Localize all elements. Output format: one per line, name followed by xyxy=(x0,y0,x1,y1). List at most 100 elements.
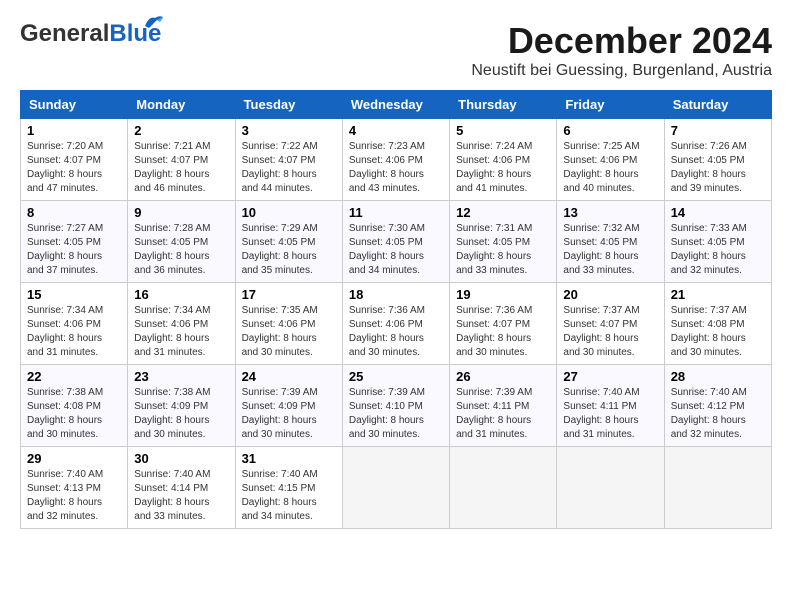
day-cell: 8 Sunrise: 7:27 AMSunset: 4:05 PMDayligh… xyxy=(21,201,128,283)
day-cell: 20 Sunrise: 7:37 AMSunset: 4:07 PMDaylig… xyxy=(557,283,664,365)
column-header-sunday: Sunday xyxy=(21,91,128,119)
day-cell: 23 Sunrise: 7:38 AMSunset: 4:09 PMDaylig… xyxy=(128,365,235,447)
day-cell: 16 Sunrise: 7:34 AMSunset: 4:06 PMDaylig… xyxy=(128,283,235,365)
day-info: Sunrise: 7:32 AMSunset: 4:05 PMDaylight:… xyxy=(563,223,639,276)
day-info: Sunrise: 7:22 AMSunset: 4:07 PMDaylight:… xyxy=(242,141,318,194)
day-cell: 14 Sunrise: 7:33 AMSunset: 4:05 PMDaylig… xyxy=(664,201,771,283)
day-number: 7 xyxy=(671,123,765,138)
day-info: Sunrise: 7:37 AMSunset: 4:07 PMDaylight:… xyxy=(563,305,639,358)
column-header-tuesday: Tuesday xyxy=(235,91,342,119)
day-number: 24 xyxy=(242,369,336,384)
column-header-friday: Friday xyxy=(557,91,664,119)
day-info: Sunrise: 7:24 AMSunset: 4:06 PMDaylight:… xyxy=(456,141,532,194)
column-header-thursday: Thursday xyxy=(450,91,557,119)
week-row-4: 22 Sunrise: 7:38 AMSunset: 4:08 PMDaylig… xyxy=(21,365,772,447)
day-number: 23 xyxy=(134,369,228,384)
week-row-1: 1 Sunrise: 7:20 AMSunset: 4:07 PMDayligh… xyxy=(21,119,772,201)
day-info: Sunrise: 7:20 AMSunset: 4:07 PMDaylight:… xyxy=(27,141,103,194)
day-cell xyxy=(450,447,557,529)
column-header-saturday: Saturday xyxy=(664,91,771,119)
calendar-table: SundayMondayTuesdayWednesdayThursdayFrid… xyxy=(20,90,772,529)
day-number: 5 xyxy=(456,123,550,138)
day-cell: 27 Sunrise: 7:40 AMSunset: 4:11 PMDaylig… xyxy=(557,365,664,447)
day-cell: 28 Sunrise: 7:40 AMSunset: 4:12 PMDaylig… xyxy=(664,365,771,447)
logo: GeneralBlue xyxy=(20,20,161,48)
location-title: Neustift bei Guessing, Burgenland, Austr… xyxy=(471,62,772,80)
day-cell: 6 Sunrise: 7:25 AMSunset: 4:06 PMDayligh… xyxy=(557,119,664,201)
day-info: Sunrise: 7:31 AMSunset: 4:05 PMDaylight:… xyxy=(456,223,532,276)
day-number: 14 xyxy=(671,205,765,220)
title-section: December 2024 Neustift bei Guessing, Bur… xyxy=(471,20,772,80)
day-cell: 2 Sunrise: 7:21 AMSunset: 4:07 PMDayligh… xyxy=(128,119,235,201)
day-number: 12 xyxy=(456,205,550,220)
day-cell xyxy=(557,447,664,529)
day-info: Sunrise: 7:40 AMSunset: 4:15 PMDaylight:… xyxy=(242,469,318,522)
day-number: 16 xyxy=(134,287,228,302)
day-info: Sunrise: 7:25 AMSunset: 4:06 PMDaylight:… xyxy=(563,141,639,194)
logo-bird-icon xyxy=(143,12,165,30)
day-number: 28 xyxy=(671,369,765,384)
day-cell: 30 Sunrise: 7:40 AMSunset: 4:14 PMDaylig… xyxy=(128,447,235,529)
day-info: Sunrise: 7:29 AMSunset: 4:05 PMDaylight:… xyxy=(242,223,318,276)
day-info: Sunrise: 7:38 AMSunset: 4:09 PMDaylight:… xyxy=(134,387,210,440)
day-cell xyxy=(342,447,449,529)
column-header-monday: Monday xyxy=(128,91,235,119)
day-cell: 11 Sunrise: 7:30 AMSunset: 4:05 PMDaylig… xyxy=(342,201,449,283)
day-cell: 3 Sunrise: 7:22 AMSunset: 4:07 PMDayligh… xyxy=(235,119,342,201)
day-number: 29 xyxy=(27,451,121,466)
day-info: Sunrise: 7:37 AMSunset: 4:08 PMDaylight:… xyxy=(671,305,747,358)
column-header-wednesday: Wednesday xyxy=(342,91,449,119)
calendar-body: 1 Sunrise: 7:20 AMSunset: 4:07 PMDayligh… xyxy=(21,119,772,529)
day-number: 10 xyxy=(242,205,336,220)
day-cell xyxy=(664,447,771,529)
day-number: 11 xyxy=(349,205,443,220)
day-cell: 12 Sunrise: 7:31 AMSunset: 4:05 PMDaylig… xyxy=(450,201,557,283)
day-number: 18 xyxy=(349,287,443,302)
day-number: 31 xyxy=(242,451,336,466)
day-cell: 29 Sunrise: 7:40 AMSunset: 4:13 PMDaylig… xyxy=(21,447,128,529)
day-cell: 19 Sunrise: 7:36 AMSunset: 4:07 PMDaylig… xyxy=(450,283,557,365)
day-number: 4 xyxy=(349,123,443,138)
logo-general: General xyxy=(20,20,109,47)
day-info: Sunrise: 7:30 AMSunset: 4:05 PMDaylight:… xyxy=(349,223,425,276)
day-cell: 10 Sunrise: 7:29 AMSunset: 4:05 PMDaylig… xyxy=(235,201,342,283)
day-number: 13 xyxy=(563,205,657,220)
day-number: 22 xyxy=(27,369,121,384)
day-number: 26 xyxy=(456,369,550,384)
day-info: Sunrise: 7:21 AMSunset: 4:07 PMDaylight:… xyxy=(134,141,210,194)
day-info: Sunrise: 7:39 AMSunset: 4:09 PMDaylight:… xyxy=(242,387,318,440)
week-row-3: 15 Sunrise: 7:34 AMSunset: 4:06 PMDaylig… xyxy=(21,283,772,365)
day-info: Sunrise: 7:40 AMSunset: 4:13 PMDaylight:… xyxy=(27,469,103,522)
day-info: Sunrise: 7:35 AMSunset: 4:06 PMDaylight:… xyxy=(242,305,318,358)
day-number: 3 xyxy=(242,123,336,138)
day-info: Sunrise: 7:26 AMSunset: 4:05 PMDaylight:… xyxy=(671,141,747,194)
day-info: Sunrise: 7:40 AMSunset: 4:14 PMDaylight:… xyxy=(134,469,210,522)
day-cell: 4 Sunrise: 7:23 AMSunset: 4:06 PMDayligh… xyxy=(342,119,449,201)
day-number: 30 xyxy=(134,451,228,466)
day-info: Sunrise: 7:40 AMSunset: 4:12 PMDaylight:… xyxy=(671,387,747,440)
day-number: 27 xyxy=(563,369,657,384)
day-cell: 21 Sunrise: 7:37 AMSunset: 4:08 PMDaylig… xyxy=(664,283,771,365)
day-number: 19 xyxy=(456,287,550,302)
day-cell: 9 Sunrise: 7:28 AMSunset: 4:05 PMDayligh… xyxy=(128,201,235,283)
week-row-5: 29 Sunrise: 7:40 AMSunset: 4:13 PMDaylig… xyxy=(21,447,772,529)
day-cell: 1 Sunrise: 7:20 AMSunset: 4:07 PMDayligh… xyxy=(21,119,128,201)
day-number: 8 xyxy=(27,205,121,220)
day-cell: 17 Sunrise: 7:35 AMSunset: 4:06 PMDaylig… xyxy=(235,283,342,365)
day-info: Sunrise: 7:40 AMSunset: 4:11 PMDaylight:… xyxy=(563,387,639,440)
day-number: 9 xyxy=(134,205,228,220)
day-cell: 26 Sunrise: 7:39 AMSunset: 4:11 PMDaylig… xyxy=(450,365,557,447)
day-cell: 24 Sunrise: 7:39 AMSunset: 4:09 PMDaylig… xyxy=(235,365,342,447)
day-info: Sunrise: 7:33 AMSunset: 4:05 PMDaylight:… xyxy=(671,223,747,276)
day-number: 15 xyxy=(27,287,121,302)
day-cell: 15 Sunrise: 7:34 AMSunset: 4:06 PMDaylig… xyxy=(21,283,128,365)
calendar-header-row: SundayMondayTuesdayWednesdayThursdayFrid… xyxy=(21,91,772,119)
day-number: 1 xyxy=(27,123,121,138)
week-row-2: 8 Sunrise: 7:27 AMSunset: 4:05 PMDayligh… xyxy=(21,201,772,283)
day-cell: 13 Sunrise: 7:32 AMSunset: 4:05 PMDaylig… xyxy=(557,201,664,283)
day-cell: 7 Sunrise: 7:26 AMSunset: 4:05 PMDayligh… xyxy=(664,119,771,201)
day-number: 17 xyxy=(242,287,336,302)
day-info: Sunrise: 7:34 AMSunset: 4:06 PMDaylight:… xyxy=(27,305,103,358)
day-number: 25 xyxy=(349,369,443,384)
day-number: 21 xyxy=(671,287,765,302)
